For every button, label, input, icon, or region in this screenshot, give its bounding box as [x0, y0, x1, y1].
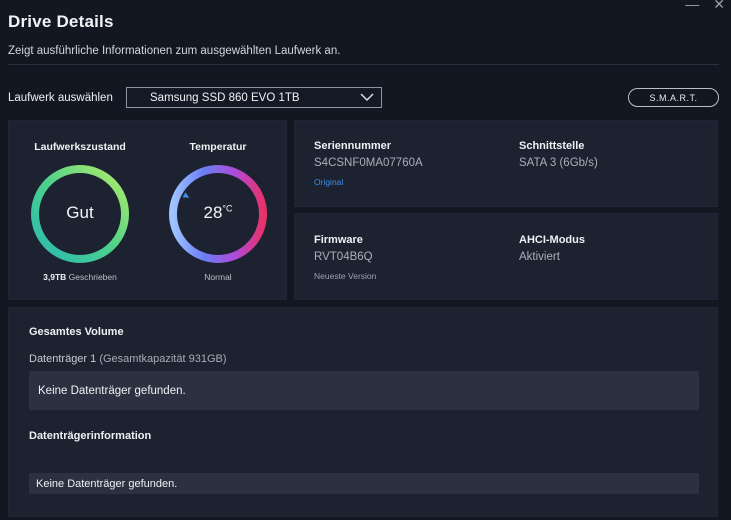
volume-empty-box: Keine Datenträger gefunden.: [29, 371, 699, 410]
health-status: Gut: [66, 203, 94, 222]
gauges-panel: Laufwerkszustand Gut 3,9TB Geschrieben T…: [8, 120, 287, 300]
page-title: Drive Details: [8, 12, 114, 31]
drive-select-label: Laufwerk auswählen: [8, 92, 113, 104]
volume-empty-message: Keine Datenträger gefunden.: [38, 384, 186, 397]
volume-disk-name: Datenträger 1: [29, 353, 97, 365]
drive-select-value: Samsung SSD 860 EVO 1TB: [150, 91, 300, 104]
chevron-down-icon: [360, 93, 374, 101]
temperature-value: 28: [203, 203, 223, 222]
page-subtitle: Zeigt ausführliche Informationen zum aus…: [8, 45, 341, 57]
temperature-heading: Temperatur: [189, 141, 247, 153]
close-icon[interactable]: ✕: [713, 0, 725, 11]
firmware-panel: Firmware RVT04B6Q Neueste Version AHCI-M…: [294, 213, 718, 300]
interface-heading: Schnittstelle: [519, 140, 585, 152]
serial-value: S4CSNF0MA07760A: [314, 157, 423, 169]
disk-info-empty-box: Keine Datenträger gefunden.: [29, 473, 699, 494]
volume-disk-line: Datenträger 1 (Gesamtkapazität 931GB): [29, 353, 227, 365]
written-value: 3,9TB: [43, 272, 67, 282]
ahci-value: Aktiviert: [519, 251, 560, 263]
header-divider: [8, 64, 719, 65]
temperature-marker-icon: [182, 192, 190, 198]
serial-heading: Seriennummer: [314, 140, 392, 152]
interface-value: SATA 3 (6Gb/s): [519, 157, 598, 169]
health-written: 3,9TB Geschrieben: [21, 272, 139, 282]
minimize-icon[interactable]: —: [685, 0, 699, 11]
volume-disk-capacity: (Gesamtkapazität 931GB): [99, 353, 227, 365]
drive-select-dropdown[interactable]: Samsung SSD 860 EVO 1TB: [126, 87, 382, 108]
serial-panel: Seriennummer S4CSNF0MA07760A Original Sc…: [294, 120, 718, 207]
volume-panel: Gesamtes Volume Datenträger 1 (Gesamtkap…: [8, 307, 718, 517]
ahci-heading: AHCI-Modus: [519, 234, 585, 246]
serial-original-link[interactable]: Original: [314, 177, 343, 187]
temperature-value-wrap: 28°C: [166, 203, 270, 223]
firmware-value: RVT04B6Q: [314, 251, 373, 263]
firmware-heading: Firmware: [314, 234, 363, 246]
smart-button[interactable]: S.M.A.R.T.: [628, 88, 719, 107]
disk-info-empty-message: Keine Datenträger gefunden.: [36, 477, 178, 490]
health-heading: Laufwerkszustand: [34, 141, 126, 153]
firmware-note: Neueste Version: [314, 271, 377, 281]
written-label: Geschrieben: [68, 272, 117, 282]
temperature-status: Normal: [204, 272, 232, 282]
disk-info-heading: Datenträgerinformation: [29, 430, 152, 442]
volume-heading: Gesamtes Volume: [29, 326, 124, 338]
window-controls: — ✕: [685, 0, 725, 11]
temperature-unit: °C: [222, 203, 233, 214]
